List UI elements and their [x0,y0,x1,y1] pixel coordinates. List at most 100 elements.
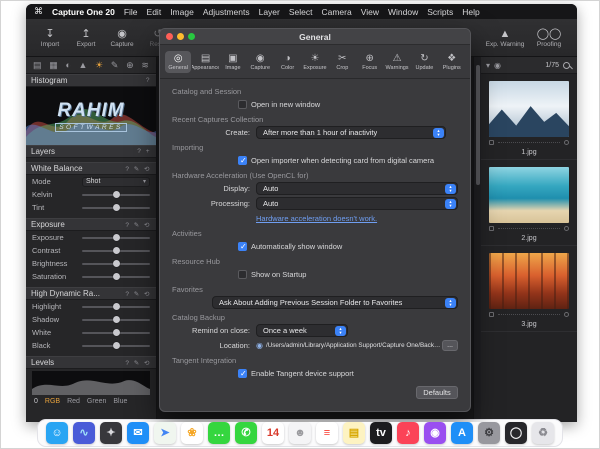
menu-item[interactable]: Adjustments [203,7,250,17]
open-new-window-checkbox[interactable] [238,100,247,109]
dock-music[interactable]: ♪ [397,422,419,444]
histogram-header[interactable]: Histogram ? [26,74,156,87]
thumb-checkbox[interactable] [489,312,494,317]
dock-mail[interactable]: ✉ [127,422,149,444]
tab-plugins[interactable]: ❖ Plugins [439,51,465,73]
dock-capture-one[interactable]: ◯ [505,422,527,444]
header-icons[interactable]: ? ✎ ⟲ [125,221,151,229]
slider[interactable] [82,237,150,239]
slider[interactable] [82,263,150,265]
menu-item[interactable]: Select [289,7,313,17]
display-dropdown[interactable]: Auto [256,182,458,195]
thumb-checkbox[interactable] [489,140,494,145]
slider-thumb[interactable] [113,273,120,280]
header-icons[interactable]: ? ✎ ⟲ [125,359,151,367]
minimize-button[interactable] [177,33,184,40]
tab-crop[interactable]: ✂ Crop [329,51,355,73]
levels-histogram[interactable] [32,371,150,395]
tab-warnings[interactable]: ⚠ Warnings [384,51,410,73]
dock-podcasts[interactable]: ◉ [424,422,446,444]
levels-header[interactable]: Levels ? ✎ ⟲ [26,356,156,369]
menu-item[interactable]: Camera [321,7,351,17]
slider-thumb[interactable] [113,342,120,349]
header-icons[interactable]: ? + [137,148,151,155]
thumbnail-image-autumn[interactable] [489,253,569,309]
exposure-header[interactable]: Exposure ? ✎ ⟲ [26,218,156,231]
thumbnail-image-beach[interactable] [489,167,569,223]
tab-capture[interactable]: ◉ Capture [247,51,273,73]
hardware-acceleration-link[interactable]: Hardware acceleration doesn't work. [256,214,377,223]
menu-item[interactable]: Window [388,7,418,17]
exposure-warning-icon[interactable]: ▲ Exp. Warning [483,28,527,48]
create-dropdown[interactable]: After more than 1 hour of inactivity [256,126,446,139]
dock-trash[interactable]: ♻ [532,422,554,444]
header-icons[interactable]: ? [146,77,151,84]
dock-system-preferences[interactable]: ⚙ [478,422,500,444]
dock-contacts[interactable]: ☻ [289,422,311,444]
slider-thumb[interactable] [113,260,120,267]
auto-show-window-checkbox[interactable] [238,242,247,251]
browser-scrollbar[interactable] [473,57,481,422]
library-tool-icon[interactable]: ▤ [33,60,42,71]
dock-calendar[interactable]: 14 [262,422,284,444]
tangent-support-checkbox[interactable] [238,369,247,378]
hdr-header[interactable]: High Dynamic Ra... ? ✎ ⟲ [26,287,156,300]
menu-item[interactable]: Edit [147,7,162,17]
thumbnail-cell[interactable]: 1.jpg [481,74,577,160]
show-on-startup-checkbox[interactable] [238,270,247,279]
slider[interactable] [82,332,150,334]
apple-menu-icon[interactable]: ⌘ [34,6,43,17]
exposure-tool-icon[interactable]: ☀ [95,60,103,71]
zoom-button[interactable] [188,33,195,40]
defaults-button[interactable]: Defaults [416,386,458,399]
slider[interactable] [82,207,150,209]
thumbnail-cell[interactable]: 3.jpg [481,246,577,332]
color-tool-icon[interactable]: ▲ [79,60,88,70]
slider-thumb[interactable] [113,247,120,254]
tab-image[interactable]: ▣ Image [220,51,246,73]
tab-appearance[interactable]: ▤ Appearance [192,51,218,73]
adjustments-tool-icon[interactable]: ⊕ [126,60,134,71]
search-icon[interactable] [563,62,570,69]
camera-icon[interactable]: ◉ [494,61,501,70]
dock-photos[interactable]: ❀ [181,422,203,444]
dock-facetime[interactable]: ✆ [235,422,257,444]
dock-tv[interactable]: tv [370,422,392,444]
levels-channel[interactable]: RGB [45,398,60,405]
thumb-checkbox[interactable] [489,226,494,231]
scrollbar-thumb[interactable] [476,65,480,185]
dock-maps[interactable]: ➤ [154,422,176,444]
dock-notes[interactable]: ▤ [343,422,365,444]
menu-item[interactable]: File [124,7,138,17]
tab-focus[interactable]: ⊕ Focus [357,51,383,73]
dock-app-store[interactable]: A [451,422,473,444]
toolbar-button[interactable]: ↧ Import [32,28,68,48]
dock-messages[interactable]: … [208,422,230,444]
menu-item[interactable]: Image [170,7,194,17]
slider[interactable] [82,306,150,308]
slider-thumb[interactable] [113,316,120,323]
dialog-titlebar[interactable]: General [160,29,470,45]
menu-item[interactable]: Layer [259,7,280,17]
thumbnail-cell[interactable]: 2.jpg [481,160,577,246]
processing-dropdown[interactable]: Auto [256,197,458,210]
dock-finder[interactable]: ☺ [46,422,68,444]
slider-thumb[interactable] [113,234,120,241]
levels-channel[interactable]: Red [67,398,80,405]
levels-channel[interactable]: Green [87,398,106,405]
toolbar-button[interactable]: ◉ Capture [104,28,140,48]
remind-dropdown[interactable]: Once a week [256,324,348,337]
layers-header[interactable]: Layers ? + [26,145,156,158]
slider[interactable] [82,250,150,252]
header-icons[interactable]: ? ✎ ⟲ [125,290,151,298]
slider[interactable] [82,276,150,278]
slider-thumb[interactable] [113,204,120,211]
tab-update[interactable]: ↻ Update [411,51,437,73]
wb-mode-dropdown[interactable]: Shot [82,177,150,187]
slider[interactable] [82,319,150,321]
close-button[interactable] [166,33,173,40]
tab-color[interactable]: ◑ Color [274,51,300,73]
slider[interactable] [82,194,150,196]
browse-button[interactable]: ... [442,340,458,351]
levels-channel[interactable]: Blue [113,398,127,405]
